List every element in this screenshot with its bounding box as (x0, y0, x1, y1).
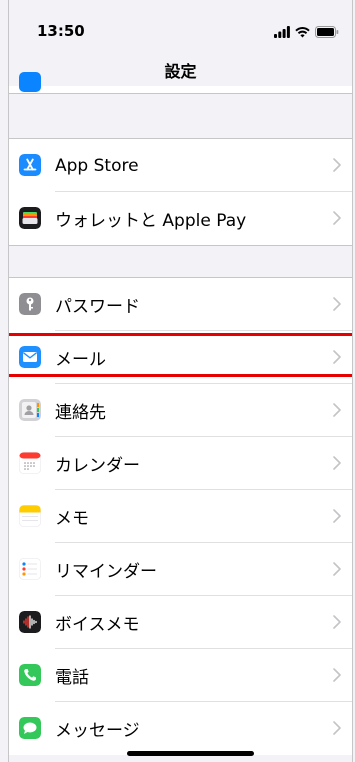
settings-row-passwords[interactable]: パスワード (9, 278, 352, 331)
row-label: カレンダー (55, 456, 140, 476)
status-time: 13:50 (37, 22, 85, 40)
scrolled-row-icon (19, 72, 41, 92)
separator (9, 93, 352, 94)
settings-row-voice-memos[interactable]: ボイスメモ (9, 596, 352, 649)
chevron-right-icon (333, 455, 341, 474)
settings-row-messages[interactable]: メッセージ (9, 702, 352, 755)
settings-row-wallet[interactable]: ウォレットと Apple Pay (9, 192, 352, 245)
reminders-icon (19, 558, 41, 580)
battery-icon (315, 23, 339, 42)
chevron-right-icon (333, 296, 341, 315)
wifi-icon (295, 23, 310, 42)
voice-memos-icon (19, 611, 41, 633)
settings-row-calendar[interactable]: カレンダー (9, 437, 352, 490)
settings-row-notes[interactable]: メモ (9, 490, 352, 543)
chevron-right-icon (333, 667, 341, 686)
status-icons (274, 25, 339, 39)
calendar-icon (19, 452, 41, 474)
mail-row-highlight-box (9, 333, 352, 377)
row-label: メッセージ (55, 721, 140, 741)
home-indicator[interactable] (127, 751, 254, 756)
settings-row-contacts[interactable]: 連絡先 (9, 384, 352, 437)
row-label: ボイスメモ (55, 615, 140, 635)
row-label: ウォレットと Apple Pay (55, 211, 247, 231)
chevron-right-icon (333, 614, 341, 633)
settings-row-app-store[interactable]: App Store (9, 139, 352, 192)
chevron-right-icon (333, 210, 341, 229)
settings-row-reminders[interactable]: リマインダー (9, 543, 352, 596)
settings-screen: 13:50 設定 App Store ウォレットと Apple Pay パスワー… (9, 0, 352, 762)
settings-group-store: App Store ウォレットと Apple Pay (9, 139, 352, 245)
signal-icon (274, 23, 290, 42)
chevron-right-icon (333, 157, 341, 176)
chevron-right-icon (333, 561, 341, 580)
app-store-icon (19, 154, 41, 176)
row-label: App Store (55, 155, 139, 176)
chevron-right-icon (333, 402, 341, 421)
wallet-icon (19, 207, 41, 229)
row-label: メモ (55, 509, 89, 529)
status-bar: 13:50 (9, 0, 352, 56)
phone-icon (19, 664, 41, 686)
messages-icon (19, 717, 41, 739)
frame-edge-right (352, 0, 353, 762)
contacts-icon (19, 399, 41, 421)
row-label: 連絡先 (55, 403, 106, 423)
separator (9, 245, 352, 246)
chevron-right-icon (333, 508, 341, 527)
row-label: リマインダー (55, 562, 157, 582)
key-icon (19, 293, 41, 315)
row-label: パスワード (55, 297, 140, 317)
settings-row-phone[interactable]: 電話 (9, 649, 352, 702)
scrolled-row-remnant (9, 72, 352, 93)
page-title: 設定 (164, 62, 197, 81)
chevron-right-icon (333, 720, 341, 739)
row-label: 電話 (55, 668, 89, 688)
notes-icon (19, 505, 41, 527)
